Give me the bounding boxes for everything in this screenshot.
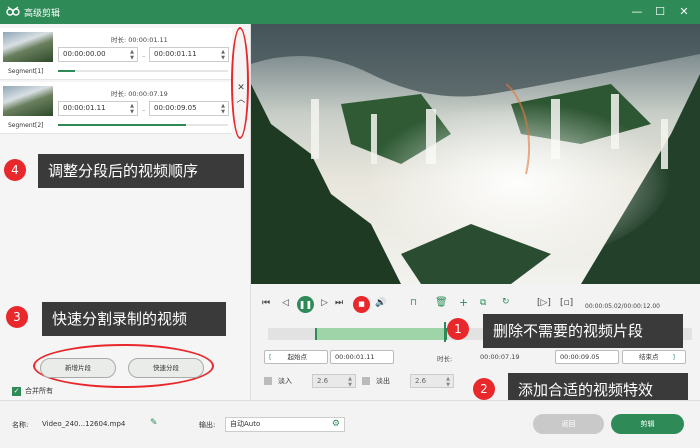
skip-to-start-icon[interactable]: ⏮ <box>262 298 270 308</box>
trim-duration-value: 00:00:07.19 <box>480 353 520 361</box>
set-end-button[interactable]: 结束点] <box>622 350 686 364</box>
step-badge: 3 <box>6 306 28 328</box>
segment-start-field[interactable]: 00:00:01.11 ▲ ▼ <box>58 101 138 116</box>
new-segment-button[interactable]: 新增片段 <box>40 358 116 378</box>
video-preview <box>251 24 700 284</box>
step-callout: 快速分割录制的视频 <box>42 302 226 336</box>
mark-in-icon[interactable]: [▷] <box>537 298 551 308</box>
spinner-arrows-icon[interactable]: ▲ ▼ <box>446 376 450 388</box>
trash-icon[interactable]: 🗑 <box>435 297 448 308</box>
file-name: Video_240...12604.mp4 <box>42 420 126 428</box>
pause-button[interactable]: ❚❚ <box>297 296 314 313</box>
segment-item[interactable]: Segment[2] 时长: 00:00:07.19 00:00:01.11 ▲… <box>0 82 232 134</box>
mark-out-icon[interactable]: [▫] <box>560 298 573 308</box>
step-badge: 1 <box>447 318 469 340</box>
app-logo-icon <box>6 6 20 16</box>
split-icon[interactable]: ⊓ <box>410 298 417 308</box>
settings-gear-icon[interactable]: ⚙ <box>332 418 340 431</box>
reorder-highlight <box>231 27 249 139</box>
spinner-arrows-icon[interactable]: ▲ ▼ <box>130 103 134 115</box>
cut-button[interactable]: 剪辑 <box>611 414 684 434</box>
segment-thumbnail <box>3 86 53 116</box>
spinner-arrows-icon[interactable]: ▲ ▼ <box>221 103 225 115</box>
add-icon[interactable]: + <box>459 296 468 309</box>
timeline-playhead[interactable] <box>444 322 446 342</box>
maximize-button[interactable]: ☐ <box>652 4 668 20</box>
timeline-selection[interactable] <box>315 328 447 340</box>
edit-pencil-icon[interactable]: ✎ <box>150 418 158 428</box>
range-dash: – <box>142 106 146 114</box>
volume-icon[interactable]: 🔊 <box>375 298 386 308</box>
quick-split-button[interactable]: 快速分段 <box>128 358 204 378</box>
fade-in-field[interactable]: 2.6 ▲ ▼ <box>312 374 356 388</box>
window-title: 高级剪辑 <box>24 9 61 19</box>
minimize-button[interactable]: — <box>629 4 645 20</box>
segment-progress <box>58 124 228 126</box>
fade-out-checkbox[interactable]: 淡出 <box>362 376 390 386</box>
refresh-icon[interactable]: ↻ <box>502 297 510 307</box>
step-badge: 4 <box>4 159 26 181</box>
segment-name: Segment[1] <box>8 68 44 75</box>
start-time-field[interactable]: 00:00:01.11 <box>330 350 394 364</box>
checkmark-icon: ✓ <box>12 386 21 396</box>
segment-end-field[interactable]: 00:00:01.11 ▲ ▼ <box>149 47 229 62</box>
segment-thumbnail <box>3 32 53 62</box>
trim-duration-label: 时长: <box>437 355 453 363</box>
checkbox-icon <box>264 377 272 385</box>
set-start-button[interactable]: [起始点 <box>264 350 328 364</box>
spinner-arrows-icon[interactable]: ▲ ▼ <box>130 49 134 61</box>
step-badge: 2 <box>473 378 495 400</box>
segment-start-field[interactable]: 00:00:00.00 ▲ ▼ <box>58 47 138 62</box>
title-bar: 高级剪辑 — ☐ ✕ <box>0 0 700 24</box>
end-time-field[interactable]: 00:00:09.05 <box>555 350 619 364</box>
step-back-icon[interactable]: ◁ <box>282 298 289 308</box>
segment-name: Segment[2] <box>8 122 44 129</box>
file-name-label: 名称: <box>12 421 29 429</box>
range-dash: – <box>142 52 146 60</box>
spinner-arrows-icon[interactable]: ▲ ▼ <box>348 376 352 388</box>
fade-out-field[interactable]: 2.6 ▲ ▼ <box>410 374 454 388</box>
step-callout: 调整分段后的视频顺序 <box>38 154 244 188</box>
step-forward-icon[interactable]: ▷ <box>321 298 328 308</box>
back-button[interactable]: 返回 <box>533 414 604 434</box>
segment-progress <box>58 70 228 72</box>
spinner-arrows-icon[interactable]: ▲ ▼ <box>221 49 225 61</box>
segment-end-field[interactable]: 00:00:09.05 ▲ ▼ <box>149 101 229 116</box>
merge-all-checkbox[interactable]: ✓ 合并所有 <box>12 386 53 396</box>
step-callout: 删除不需要的视频片段 <box>483 314 683 348</box>
output-select[interactable]: 自动Auto ⚙ <box>225 417 345 432</box>
waterfall-preview-image <box>251 24 700 284</box>
segment-duration: 时长: 00:00:07.19 <box>111 90 168 98</box>
stop-button[interactable]: ■ <box>353 296 370 313</box>
checkbox-icon <box>362 377 370 385</box>
time-readout: 00:00:05.02/00:00:12.00 <box>585 303 660 310</box>
close-button[interactable]: ✕ <box>676 4 692 20</box>
skip-to-end-icon[interactable]: ⏭ <box>335 298 343 308</box>
fade-in-checkbox[interactable]: 淡入 <box>264 376 292 386</box>
segment-duration: 时长: 00:00:01.11 <box>111 36 168 44</box>
copy-icon[interactable]: ⧉ <box>480 298 486 308</box>
output-label: 输出: <box>199 421 216 429</box>
segment-item[interactable]: Segment[1] 时长: 00:00:01.11 00:00:00.00 ▲… <box>0 28 232 80</box>
